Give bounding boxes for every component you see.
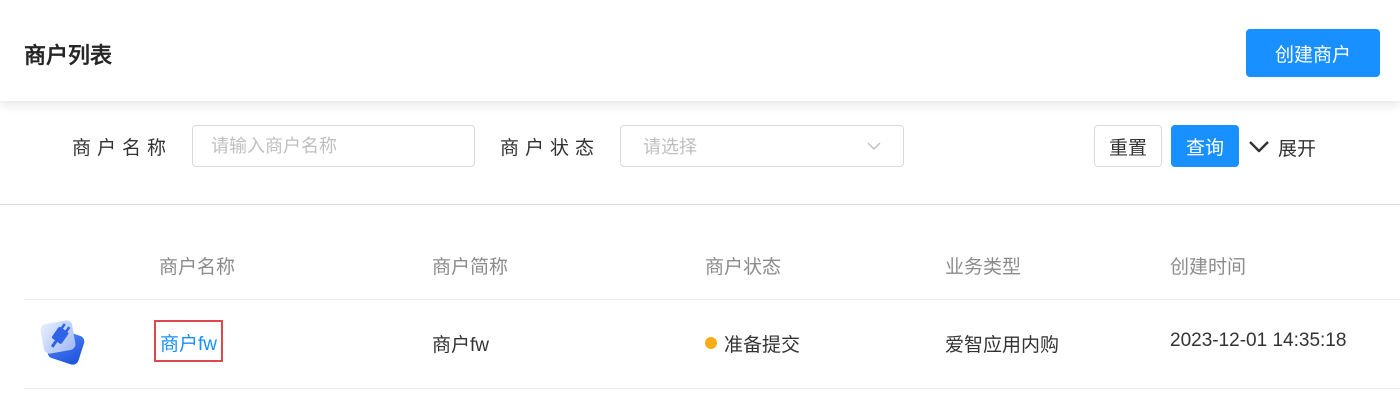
column-header-business-type: 业务类型 (945, 257, 1022, 278)
merchant-status-select[interactable]: 请选择 (620, 125, 904, 167)
create-merchant-button[interactable]: 创建商户 (1246, 29, 1380, 77)
merchant-name-link[interactable]: 商户fw (154, 320, 224, 362)
row-divider (24, 388, 1400, 389)
merchant-name-input[interactable] (192, 125, 475, 167)
page-title: 商户列表 (24, 43, 113, 68)
status-dot-icon (705, 337, 717, 349)
merchant-status-label: 商户状态 (500, 138, 601, 159)
query-button[interactable]: 查询 (1171, 125, 1239, 167)
created-at: 2023-12-01 14:35:18 (1170, 330, 1347, 351)
expand-label: 展开 (1278, 138, 1317, 160)
business-type: 爱智应用内购 (945, 335, 1060, 356)
row-divider (24, 299, 1400, 300)
plugin-app-icon (40, 320, 85, 365)
reset-button[interactable]: 重置 (1094, 125, 1162, 167)
merchant-status: 准备提交 (724, 335, 801, 356)
expand-toggle[interactable]: 展开 (1248, 133, 1316, 161)
chevron-down-icon (1249, 141, 1269, 153)
filter-divider (0, 204, 1400, 205)
column-header-status: 商户状态 (705, 257, 782, 278)
merchant-name-label: 商户名称 (72, 138, 173, 159)
merchant-short-name: 商户fw (432, 335, 490, 356)
chevron-down-icon (867, 142, 881, 150)
select-placeholder: 请选择 (643, 137, 697, 157)
page-header: 商户列表 创建商户 (0, 0, 1400, 101)
column-header-short-name: 商户简称 (432, 257, 509, 278)
column-header-name: 商户名称 (159, 257, 236, 278)
column-header-created-at: 创建时间 (1170, 257, 1247, 278)
